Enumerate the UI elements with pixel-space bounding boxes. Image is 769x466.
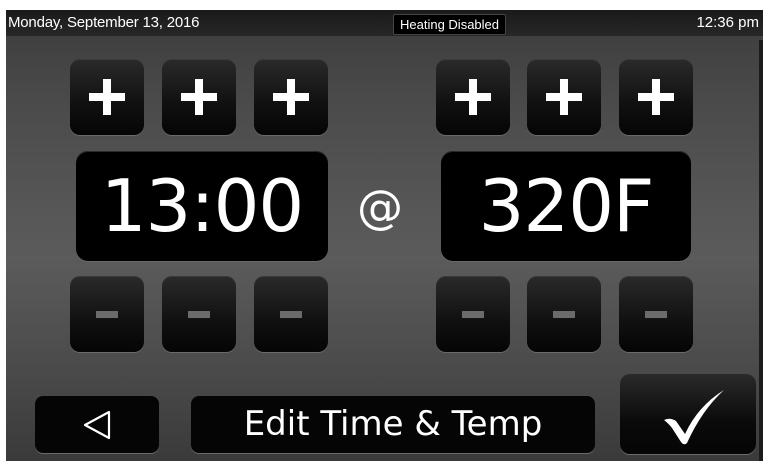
minus-icon: [96, 311, 118, 318]
confirm-button[interactable]: [620, 374, 756, 454]
plus-icon: [638, 79, 674, 115]
at-separator: @: [357, 180, 403, 234]
temp-tens-increment-button[interactable]: [527, 59, 601, 135]
minus-icon: [462, 311, 484, 318]
temp-hundreds-decrement-button[interactable]: [436, 276, 510, 352]
time-hour-tens-decrement-button[interactable]: [70, 276, 144, 352]
temp-ones-decrement-button[interactable]: [619, 276, 693, 352]
screen-edge: [759, 40, 763, 461]
plus-icon: [546, 79, 582, 115]
minus-icon: [645, 311, 667, 318]
plus-icon: [273, 79, 309, 115]
plus-icon: [89, 79, 125, 115]
thermostat-screen: Monday, September 13, 2016 Heating Disab…: [6, 10, 763, 461]
temp-tens-decrement-button[interactable]: [527, 276, 601, 352]
time-display: 13:00: [76, 151, 328, 261]
time-minute-increment-button[interactable]: [254, 59, 328, 135]
screen-title: Edit Time & Temp: [191, 396, 595, 453]
back-triangle-icon: [83, 410, 111, 440]
temperature-display: 320F: [441, 151, 691, 261]
status-time: 12:36 pm: [696, 14, 759, 31]
temp-ones-increment-button[interactable]: [619, 59, 693, 135]
time-minute-decrement-button[interactable]: [254, 276, 328, 352]
minus-icon: [553, 311, 575, 318]
checkmark-icon: [664, 390, 724, 445]
heating-status-badge: Heating Disabled: [393, 14, 507, 35]
status-date: Monday, September 13, 2016: [8, 14, 200, 31]
plus-icon: [181, 79, 217, 115]
temp-hundreds-increment-button[interactable]: [436, 59, 510, 135]
minus-icon: [280, 311, 302, 318]
plus-icon: [455, 79, 491, 115]
time-hour-tens-increment-button[interactable]: [70, 59, 144, 135]
minus-icon: [188, 311, 210, 318]
status-bar: Monday, September 13, 2016 Heating Disab…: [6, 10, 763, 36]
back-button[interactable]: [35, 396, 159, 453]
time-hour-ones-decrement-button[interactable]: [162, 276, 236, 352]
time-hour-ones-increment-button[interactable]: [162, 59, 236, 135]
